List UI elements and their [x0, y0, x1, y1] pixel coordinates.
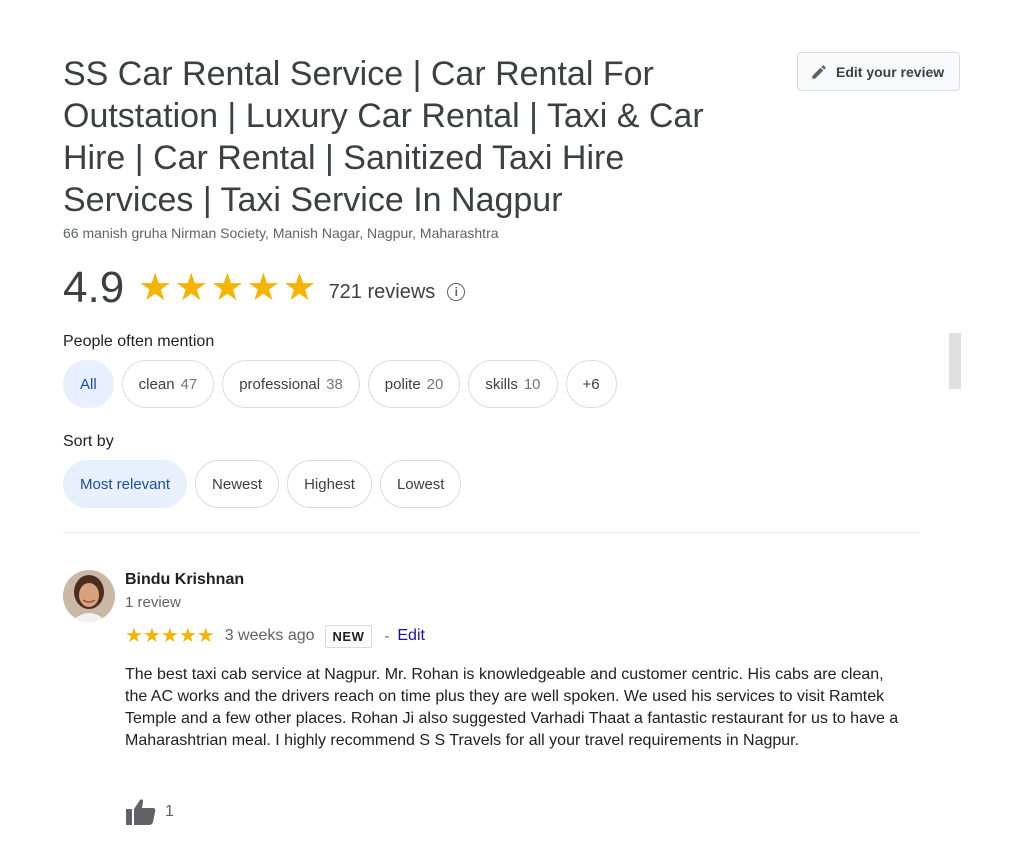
like-count: 1: [165, 803, 174, 820]
mention-chip-label: All: [80, 375, 97, 393]
star-icon: ★: [282, 267, 317, 309]
mention-chip-label: professional: [239, 375, 321, 393]
reviewer-name[interactable]: Bindu Krishnan: [125, 571, 244, 589]
reviewer-review-count: 1 review: [125, 594, 181, 611]
mention-chip-count: 20: [426, 375, 444, 393]
mention-chip-label: skills: [485, 375, 518, 393]
mention-chip-label: +6: [582, 375, 600, 393]
mention-chip[interactable]: +6: [565, 360, 617, 408]
star-icon: ★: [210, 267, 245, 309]
review-meta: ★ ★ ★ ★ ★ 3 weeks ago NEW - Edit: [125, 622, 425, 650]
mention-chip[interactable]: skills 10: [468, 360, 558, 408]
review-text: The best taxi cab service at Nagpur. Mr.…: [125, 666, 899, 749]
sort-chip-label: Lowest: [396, 475, 445, 493]
star-icon: ★: [138, 267, 173, 309]
sort-chip[interactable]: Highest: [287, 460, 372, 508]
sort-chips: Most relevant Newest Highest Lowest: [63, 460, 462, 508]
mention-chip-count: 38: [326, 375, 343, 393]
star-icon: ★: [125, 625, 143, 647]
sort-chip[interactable]: Lowest: [379, 460, 462, 508]
review-count: 721 reviews: [328, 280, 436, 303]
place-title: SS Car Rental Service | Car Rental For O…: [63, 55, 704, 219]
star-icon: ★: [160, 625, 179, 647]
info-icon[interactable]: i: [447, 283, 466, 301]
mention-chip-count: 10: [523, 375, 541, 393]
mention-chip[interactable]: polite 20: [367, 360, 461, 408]
star-icon: ★: [142, 625, 161, 647]
rating-value: 4.9: [63, 263, 125, 312]
mention-chip-label: polite: [384, 375, 421, 393]
new-badge: NEW: [324, 624, 373, 648]
sort-chip-label: Highest: [304, 475, 355, 493]
scrollbar[interactable]: [949, 333, 961, 389]
sort-chip-label: Newest: [212, 475, 263, 493]
star-icon: ★: [196, 625, 215, 647]
sort-chip-label: Most relevant: [80, 475, 171, 493]
mention-chip-count: 47: [180, 375, 198, 393]
mentions-label: People often mention: [63, 333, 215, 350]
edit-review-label: Edit your review: [836, 63, 945, 80]
review-date: 3 weeks ago: [224, 627, 315, 644]
like-row: 1: [125, 798, 174, 826]
star-icon: ★: [178, 625, 197, 647]
mention-chip[interactable]: clean 47: [121, 360, 215, 408]
separator: -: [384, 627, 390, 645]
pencil-icon: [811, 64, 826, 79]
mention-chips: All clean 47 professional 38 polite 20 skills 10…: [63, 360, 617, 408]
place-address: 66 manish gruha Nirman Society, Manish N…: [63, 225, 499, 241]
thumbs-up-icon[interactable]: [125, 798, 157, 826]
rating-stars: ★ ★ ★ ★ ★: [138, 268, 316, 308]
edit-review-button[interactable]: Edit your review: [797, 52, 960, 91]
review-stars: ★ ★ ★ ★ ★: [125, 626, 215, 646]
mention-chip[interactable]: All: [63, 360, 114, 408]
sort-label: Sort by: [63, 433, 114, 450]
mention-chip[interactable]: professional 38: [222, 360, 360, 408]
avatar[interactable]: [63, 570, 115, 622]
star-icon: ★: [174, 267, 209, 309]
sort-chip[interactable]: Most relevant: [63, 460, 188, 508]
rating-summary: 4.9 ★ ★ ★ ★ ★ 721 reviews i: [63, 263, 466, 312]
edit-link[interactable]: Edit: [397, 627, 425, 645]
sort-chip[interactable]: Newest: [195, 460, 280, 508]
divider: [63, 532, 920, 533]
mention-chip-label: clean: [138, 375, 175, 393]
star-icon: ★: [246, 267, 281, 309]
